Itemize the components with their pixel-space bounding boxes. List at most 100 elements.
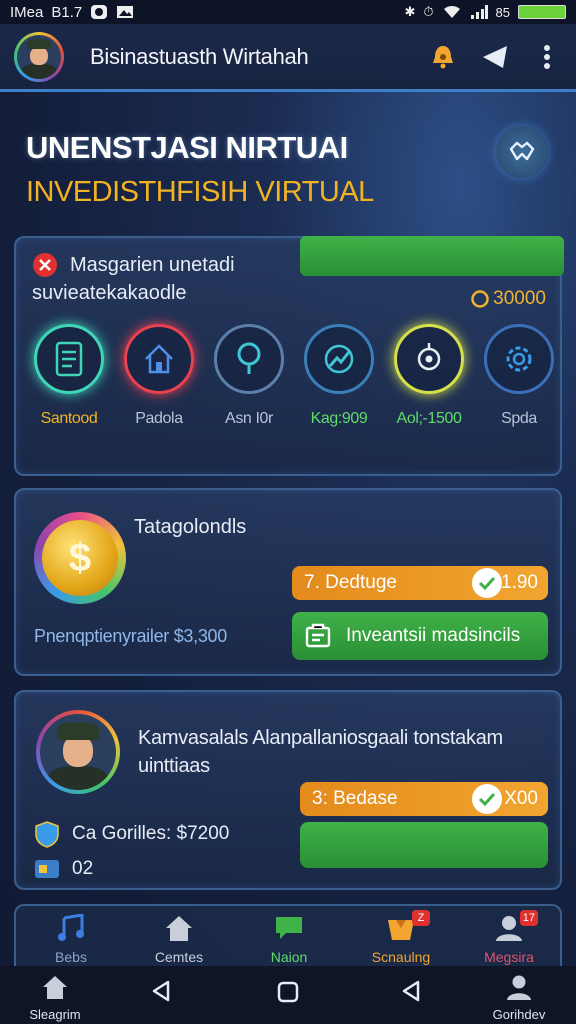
- nav-home-shortcut[interactable]: Sleagrim: [10, 974, 100, 1022]
- capital-line: Ca Gorilles: $7200: [34, 820, 229, 848]
- feature-label: Aol;-1500: [396, 410, 462, 427]
- tab-label: Megsira: [484, 949, 534, 965]
- app-title: Bisinastuasth Wirtahah: [90, 43, 309, 69]
- tab-naion[interactable]: Naion: [244, 914, 334, 965]
- card2-title: Tatagolondls: [134, 516, 247, 538]
- feature-padola[interactable]: Padola: [114, 324, 204, 428]
- investment-features-card: Masgarien unetadi suvieatekakaodle 30000…: [14, 236, 564, 476]
- target-icon: [394, 324, 464, 394]
- pill-label: 7. Dedtuge: [304, 572, 397, 593]
- nav-left-label: Sleagrim: [29, 1007, 81, 1022]
- tab-label: Scnaulng: [371, 949, 431, 965]
- signal-icon: [470, 5, 488, 19]
- handshake-icon[interactable]: [496, 126, 548, 178]
- home-square-icon: [277, 981, 299, 1003]
- notification-badge: 17: [519, 910, 538, 926]
- back-triangle-icon: [402, 980, 420, 1002]
- person-icon: [507, 975, 531, 1000]
- nav-recents-button[interactable]: [366, 980, 456, 1007]
- amount-text: 30000: [493, 288, 546, 309]
- manager-avatar[interactable]: [36, 710, 120, 794]
- feature-santood[interactable]: Santood: [24, 324, 114, 428]
- tab-scnaulng[interactable]: Z Scnaulng: [356, 910, 446, 965]
- count-text: 02: [72, 858, 94, 879]
- hero-title: UNENSTJASI NIRTUAI: [26, 130, 348, 165]
- graph-icon: [304, 324, 374, 394]
- feature-kag[interactable]: Kag:909: [294, 324, 384, 428]
- manager-card: Kamvasalals Alanpallaniosgaali tonstakam…: [14, 690, 562, 890]
- wifi-icon: [443, 5, 460, 19]
- location-pin-icon: [214, 324, 284, 394]
- image-icon: [117, 6, 134, 18]
- battery-icon: [518, 5, 566, 19]
- home-icon: [43, 976, 67, 999]
- card-icon: [35, 860, 59, 878]
- home-icon: [166, 916, 192, 941]
- profile-avatar[interactable]: [14, 31, 64, 82]
- home-icon: [124, 324, 194, 394]
- system-nav-bar: Sleagrim Gorihdev: [0, 966, 576, 1024]
- feature-asn[interactable]: Asn I0r: [204, 324, 294, 428]
- feature-label: Padola: [135, 410, 183, 427]
- card2-note: Pnenqptienyrailer $3,300: [34, 626, 227, 646]
- feature-label: Asn I0r: [225, 410, 273, 427]
- tab-label: Cemtes: [154, 949, 204, 965]
- app-bar: Bisinastuasth Wirtahah: [0, 24, 576, 92]
- tab-megsira[interactable]: 17 Megsira: [464, 910, 554, 965]
- tab-label: Bebs: [55, 949, 87, 965]
- feature-spda[interactable]: Spda: [474, 324, 564, 428]
- count-line: 02: [34, 858, 93, 880]
- manager-action-button[interactable]: [300, 822, 548, 868]
- feature-label: Kag:909: [310, 410, 368, 427]
- tab-label: Naion: [270, 949, 308, 965]
- notification-bell-icon[interactable]: [428, 42, 458, 72]
- alarm-icon: ⏱: [423, 4, 434, 19]
- coin-badge-icon: $: [34, 512, 126, 604]
- nav-right-label: Gorihdev: [492, 1007, 546, 1022]
- tab-cemtes[interactable]: Cemtes: [134, 914, 224, 965]
- wallet-icon: [305, 623, 331, 648]
- notification-icon: [91, 5, 108, 19]
- capital-text: Ca Gorilles: $7200: [72, 823, 230, 844]
- investment-summary-card: $ Tatagolondls 7. Dedtuge 1.90 Inveantsi…: [14, 488, 562, 676]
- bluetooth-icon: ✱: [404, 4, 416, 19]
- close-icon[interactable]: [32, 252, 58, 278]
- card1-subtext: suvieatekakaodle: [32, 282, 187, 304]
- notification-badge: Z: [412, 910, 430, 926]
- nav-profile-shortcut[interactable]: Gorihdev: [474, 974, 564, 1022]
- feature-label: Spda: [501, 410, 537, 427]
- document-icon: [34, 324, 104, 394]
- back-triangle-icon: [152, 980, 170, 1002]
- feature-label: Santood: [40, 410, 98, 427]
- bedase-pill[interactable]: 3: Bedase X00: [300, 782, 548, 816]
- invest-button[interactable]: Inveantsii madsincils: [292, 612, 548, 660]
- more-options-icon[interactable]: [532, 42, 562, 72]
- shield-icon: [35, 821, 59, 848]
- share-icon[interactable]: [480, 42, 510, 72]
- pill-value: 1.90: [501, 572, 538, 593]
- check-icon: [472, 568, 502, 598]
- card1-header-text: Masgarien unetadi: [70, 253, 235, 276]
- invest-button-label: Inveantsii madsincils: [346, 625, 521, 646]
- card1-amount: 30000: [471, 288, 546, 310]
- music-icon: [58, 913, 84, 941]
- nav-home-button[interactable]: [243, 980, 333, 1009]
- pill-value: X00: [504, 788, 538, 809]
- battery-percent: 85: [495, 4, 510, 20]
- dedtuge-pill[interactable]: 7. Dedtuge 1.90: [292, 566, 548, 600]
- pill-label: 3: Bedase: [312, 788, 398, 809]
- chat-icon: [276, 917, 302, 939]
- carrier-text: IMea: [10, 3, 44, 21]
- time-text: B1.7: [51, 3, 83, 21]
- bottom-tab-bar: Bebs Cemtes Naion Z Scnaulng 17 Megsira: [14, 904, 562, 966]
- coin-icon: [471, 290, 489, 308]
- tab-bebs[interactable]: Bebs: [26, 913, 116, 965]
- hero-subtitle: INVEDISTHFISIH VIRTUAL: [26, 176, 374, 208]
- gear-icon: [484, 324, 554, 394]
- card3-title: Kamvasalals Alanpallaniosgaali tonstakam…: [138, 727, 503, 777]
- check-icon: [472, 784, 502, 814]
- status-bar: IMea B1.7 ✱ ⏱ 85: [0, 0, 576, 24]
- card-header-tab[interactable]: [300, 236, 564, 276]
- feature-aol[interactable]: Aol;-1500: [384, 324, 474, 428]
- nav-back-button[interactable]: [116, 980, 206, 1007]
